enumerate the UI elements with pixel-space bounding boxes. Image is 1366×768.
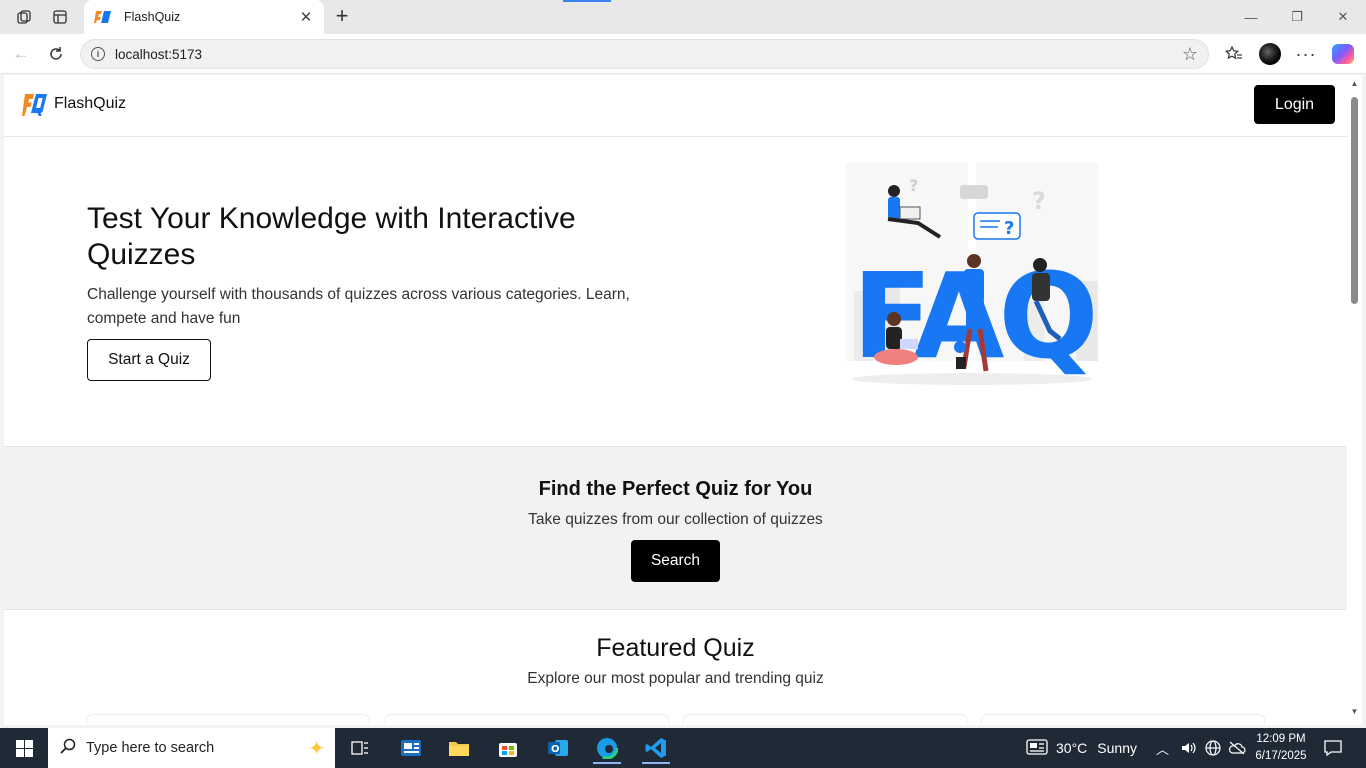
microsoft-store-icon[interactable]	[488, 732, 528, 764]
taskbar-search-box[interactable]: Type here to search ✦	[48, 728, 335, 768]
featured-section: Featured Quiz Explore our most popular a…	[4, 610, 1347, 725]
browser-toolbar: ← i localhost:5173 ☆ ···	[0, 34, 1366, 74]
weather-description: Sunny	[1097, 740, 1137, 756]
hero-section: Test Your Knowledge with Interactive Qui…	[4, 137, 1347, 446]
windows-taskbar: Type here to search ✦ O 30°C Sunny ︿ 12:…	[0, 728, 1366, 768]
hero-subtitle: Challenge yourself with thousands of qui…	[87, 286, 630, 327]
address-bar[interactable]: i localhost:5173 ☆	[80, 39, 1209, 69]
refresh-button[interactable]	[43, 42, 69, 66]
scroll-thumb[interactable]	[1351, 97, 1358, 304]
featured-subtitle: Explore our most popular and trending qu…	[527, 670, 824, 687]
quiz-card[interactable]	[86, 714, 370, 725]
hero-title: Test Your Knowledge with Interactive Qui…	[87, 202, 576, 271]
favorite-star-icon[interactable]: ☆	[1182, 44, 1198, 65]
outlook-icon[interactable]: O	[538, 732, 578, 764]
svg-text:?: ?	[1004, 218, 1014, 239]
file-explorer-icon[interactable]	[439, 732, 479, 764]
onedrive-offline-icon[interactable]	[1228, 728, 1246, 768]
quiz-card[interactable]	[981, 714, 1265, 725]
drag-indicator	[563, 0, 611, 2]
search-button[interactable]: Search	[631, 540, 720, 582]
page-viewport: FlashQuiz Login Test Your Knowledge with…	[4, 75, 1347, 725]
start-quiz-button[interactable]: Start a Quiz	[87, 339, 211, 381]
more-options-icon[interactable]: ···	[1293, 42, 1319, 66]
profile-avatar-icon[interactable]	[1257, 42, 1283, 66]
finder-subtitle: Take quizzes from our collection of quiz…	[528, 511, 823, 528]
weather-temperature: 30°C	[1056, 740, 1088, 756]
scroll-up-arrow-icon[interactable]: ▲	[1349, 79, 1360, 89]
volume-icon[interactable]	[1181, 728, 1197, 768]
svg-text:?: ?	[1032, 187, 1046, 215]
close-window-button[interactable]: ✕	[1328, 6, 1358, 28]
brand-name[interactable]: FlashQuiz	[54, 95, 126, 113]
quiz-card[interactable]	[683, 714, 967, 725]
login-button[interactable]: Login	[1254, 85, 1335, 124]
faq-illustration: ? ? ? FAQ	[814, 161, 1124, 389]
quiz-finder-section: Find the Perfect Quiz for You Take quizz…	[4, 446, 1347, 610]
page-scrollbar[interactable]: ▲ ▼	[1347, 75, 1362, 725]
tab-actions-icon[interactable]	[48, 6, 72, 28]
start-button[interactable]	[0, 728, 48, 768]
windows-logo-icon	[15, 739, 33, 757]
new-tab-button[interactable]: +	[330, 4, 354, 28]
svg-text:O: O	[551, 744, 560, 755]
search-icon	[60, 738, 76, 758]
weather-icon	[1026, 738, 1048, 758]
vscode-icon[interactable]	[636, 732, 676, 764]
taskbar-search-placeholder[interactable]: Type here to search	[86, 740, 308, 756]
clock-date: 6/17/2025	[1255, 750, 1307, 762]
browser-tab-active[interactable]: FlashQuiz ✕	[84, 0, 324, 34]
search-highlight-icon[interactable]: ✦	[308, 736, 325, 761]
flashquiz-favicon-icon	[94, 10, 112, 24]
restore-button[interactable]: ❐	[1282, 6, 1312, 28]
system-clock[interactable]: 12:09 PM 6/17/2025	[1248, 731, 1314, 765]
tab-close-icon[interactable]: ✕	[298, 8, 314, 26]
favorites-icon[interactable]	[1221, 42, 1247, 66]
task-view-icon[interactable]	[340, 732, 380, 764]
browser-titlebar: FlashQuiz ✕ + — ❐ ✕	[0, 0, 1366, 34]
weather-widget[interactable]: 30°C Sunny	[1026, 728, 1137, 768]
widgets-news-icon[interactable]	[391, 732, 431, 764]
finder-title: Find the Perfect Quiz for You	[538, 478, 813, 500]
clock-time: 12:09 PM	[1256, 733, 1306, 745]
notifications-icon[interactable]	[1320, 736, 1346, 760]
flashquiz-logo-icon[interactable]	[22, 93, 48, 117]
workspaces-icon[interactable]	[12, 6, 36, 28]
svg-text:?: ?	[909, 176, 918, 195]
scroll-down-arrow-icon[interactable]: ▼	[1349, 707, 1360, 717]
site-info-icon[interactable]: i	[91, 47, 105, 61]
quiz-card[interactable]	[385, 714, 669, 725]
network-globe-icon[interactable]	[1205, 728, 1221, 768]
edge-browser-icon[interactable]	[587, 732, 627, 764]
minimize-button[interactable]: —	[1236, 6, 1266, 28]
back-button[interactable]: ←	[8, 42, 34, 66]
site-header: FlashQuiz Login	[4, 75, 1347, 137]
show-hidden-icons-chevron-icon[interactable]: ︿	[1156, 728, 1169, 768]
featured-title: Featured Quiz	[596, 634, 755, 662]
copilot-icon[interactable]	[1330, 42, 1356, 66]
tab-title: FlashQuiz	[124, 10, 181, 24]
url-text[interactable]: localhost:5173	[115, 47, 1182, 62]
